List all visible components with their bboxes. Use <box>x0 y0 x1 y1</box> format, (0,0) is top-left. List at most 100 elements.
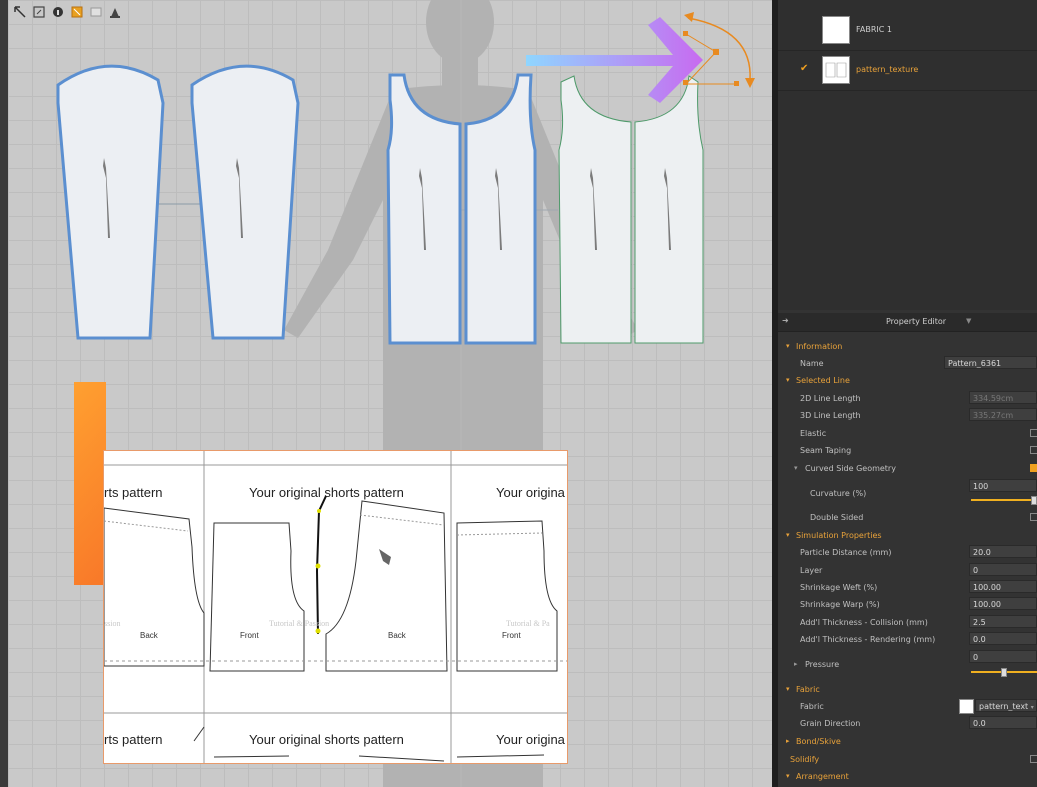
shrinkage-warp-field[interactable]: 100.00 <box>969 597 1037 610</box>
transform-tool-button[interactable] <box>31 4 47 20</box>
section-arrangement[interactable]: ▾ Arrangement <box>778 768 1037 785</box>
name-field[interactable]: Pattern_6361 <box>944 356 1037 369</box>
transform-gizmo[interactable] <box>683 12 755 88</box>
section-fabric[interactable]: ▾ Fabric <box>778 681 1037 698</box>
chevron-down-icon[interactable]: ▾ <box>794 464 798 472</box>
layer-field[interactable]: 0 <box>969 563 1037 576</box>
seam-taping-checkbox[interactable] <box>1030 446 1037 454</box>
chevron-right-icon[interactable]: ▸ <box>794 660 798 668</box>
texture-image-pattern[interactable]: rts pattern Your original shorts pattern… <box>103 450 568 764</box>
avatar-icon <box>110 8 120 18</box>
texture-watermark: Tutorial & Pa <box>506 619 550 628</box>
texture-watermark: Tutorial & Passion <box>269 619 330 628</box>
curvature-slider[interactable] <box>971 499 1037 501</box>
row-shrinkage-weft: Shrinkage Weft (%) 100.00 <box>778 579 1037 596</box>
texture-heading: Your origina <box>496 732 565 747</box>
chevron-down-icon: ▾ <box>1030 704 1034 711</box>
info-tool-button[interactable] <box>50 4 66 20</box>
thickness-collision-field[interactable]: 2.5 <box>969 615 1037 628</box>
texture-heading: Your original shorts pattern <box>249 732 404 747</box>
left-edge-bar <box>0 0 8 787</box>
row-shrinkage-warp: Shrinkage Warp (%) 100.00 <box>778 596 1037 613</box>
row-curved-side-geometry: ▾ Curved Side Geometry <box>778 460 1037 477</box>
section-selected-line[interactable]: ▾ Selected Line <box>778 372 1037 389</box>
thickness-rendering-field[interactable]: 0.0 <box>969 632 1037 645</box>
annotation-arrow-right <box>526 17 703 103</box>
curvature-slider-handle[interactable] <box>1031 496 1037 505</box>
pressure-field[interactable]: 0 <box>969 650 1037 663</box>
cursor-pointer <box>379 549 391 565</box>
fabric-dropdown[interactable]: pattern_text ▾ <box>975 699 1037 712</box>
texture-label-back: Back <box>140 631 158 640</box>
pattern-sleeve-right[interactable] <box>190 64 300 340</box>
dropdown-menu-icon[interactable]: ▼ <box>966 317 971 325</box>
field-label: Add'l Thickness - Collision (mm) <box>800 618 928 627</box>
shrinkage-weft-field[interactable]: 100.00 <box>969 580 1037 593</box>
library-item-texture[interactable]: ✔ pattern_texture <box>778 50 1037 91</box>
field-label: Double Sided <box>810 513 864 522</box>
field-label: Add'l Thickness - Rendering (mm) <box>800 635 936 644</box>
section-simulation[interactable]: ▾ Simulation Properties <box>778 527 1037 544</box>
row-elastic: Elastic <box>778 425 1037 442</box>
pattern-toolbar <box>12 4 123 20</box>
grain-direction-field[interactable]: 0.0 <box>969 716 1037 729</box>
field-label: Shrinkage Warp (%) <box>800 600 880 609</box>
texture-tool-button[interactable] <box>88 4 104 20</box>
fabric-swatch <box>959 699 974 714</box>
row-thickness-collision: Add'l Thickness - Collision (mm) 2.5 <box>778 614 1037 631</box>
particle-distance-field[interactable]: 20.0 <box>969 545 1037 558</box>
info-icon <box>53 7 63 17</box>
curved-side-checkbox[interactable] <box>1030 464 1037 472</box>
field-label: Seam Taping <box>800 446 852 455</box>
field-label: Shrinkage Weft (%) <box>800 583 878 592</box>
pressure-slider-handle[interactable] <box>1001 668 1007 677</box>
row-fabric: Fabric pattern_text ▾ <box>778 698 1037 715</box>
section-information[interactable]: ▾ Information <box>778 338 1037 355</box>
field-label: Particle Distance (mm) <box>800 548 892 557</box>
select-tool-button[interactable] <box>12 4 28 20</box>
texture-label-front: Front <box>502 631 521 640</box>
section-bond-skive[interactable]: ▸ Bond/Skive <box>778 733 1037 750</box>
field-label: Pressure <box>805 660 840 669</box>
line-length-2d-field: 334.59cm <box>969 391 1037 404</box>
chevron-down-icon: ▾ <box>786 376 790 384</box>
pattern-window-2d[interactable]: rts pattern Your original shorts pattern… <box>8 0 772 787</box>
object-browser: FABRIC 1 ✔ pattern_texture <box>778 0 1037 310</box>
pattern-back-left[interactable] <box>558 75 632 344</box>
avatar-tool-button[interactable] <box>107 4 123 20</box>
row-grain-direction: Grain Direction 0.0 <box>778 715 1037 732</box>
row-thickness-rendering: Add'l Thickness - Rendering (mm) 0.0 <box>778 631 1037 648</box>
section-label: Bond/Skive <box>796 737 841 746</box>
fabric-icon <box>71 6 83 18</box>
field-label: Grain Direction <box>800 719 861 728</box>
row-particle-distance: Particle Distance (mm) 20.0 <box>778 544 1037 561</box>
row-double-sided: Double Sided <box>778 509 1037 526</box>
chevron-down-icon: ▾ <box>786 772 790 780</box>
pin-icon[interactable]: ➜ <box>782 316 789 325</box>
section-label: Solidify <box>790 755 820 764</box>
double-sided-checkbox[interactable] <box>1030 513 1037 521</box>
solidify-checkbox[interactable] <box>1030 755 1037 763</box>
library-item-label: FABRIC 1 <box>856 25 892 34</box>
pattern-back-right[interactable] <box>634 75 704 344</box>
property-editor-title: Property Editor <box>886 317 947 326</box>
curvature-field[interactable]: 100 <box>969 479 1037 492</box>
fabric-tool-button[interactable] <box>69 4 85 20</box>
field-label: 3D Line Length <box>800 411 861 420</box>
elastic-checkbox[interactable] <box>1030 429 1037 437</box>
field-label: Curved Side Geometry <box>805 464 896 473</box>
section-label: Simulation Properties <box>796 531 882 540</box>
chevron-down-icon: ▾ <box>786 531 790 539</box>
right-panel: FABRIC 1 ✔ pattern_texture ➜ Property Ed… <box>778 0 1037 787</box>
row-layer: Layer 0 <box>778 562 1037 579</box>
select-icon <box>14 6 26 18</box>
pattern-sleeve-left[interactable] <box>56 64 165 340</box>
library-item-fabric[interactable]: FABRIC 1 <box>778 10 1037 51</box>
row-name: Name Pattern_6361 <box>778 355 1037 372</box>
field-label: Layer <box>800 566 823 575</box>
texture-icon <box>90 7 102 17</box>
section-label: Arrangement <box>796 772 849 781</box>
row-curvature: Curvature (%) 100 <box>778 478 1037 508</box>
texture-heading: Your original shorts pattern <box>249 485 404 500</box>
chevron-down-icon: ▾ <box>786 342 790 350</box>
